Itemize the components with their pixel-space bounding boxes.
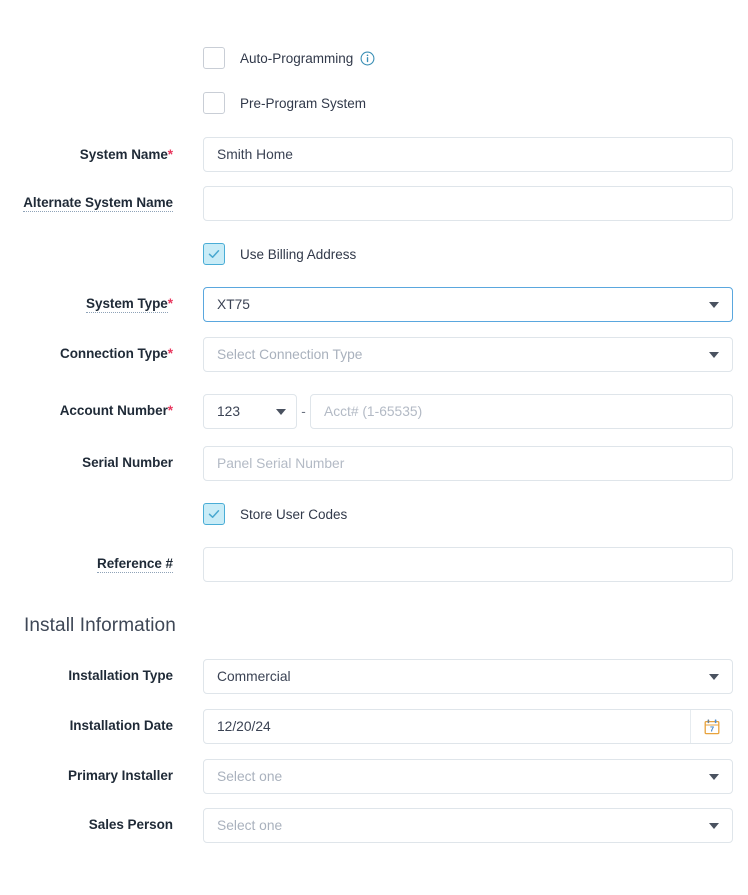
label-serial-number-text: Serial Number bbox=[82, 455, 173, 470]
use-billing-address-checkbox[interactable] bbox=[203, 243, 225, 265]
chevron-down-icon bbox=[709, 352, 719, 358]
chevron-down-icon bbox=[276, 409, 286, 415]
serial-number-input[interactable]: Panel Serial Number bbox=[203, 446, 733, 481]
account-number-input[interactable]: Acct# (1-65535) bbox=[310, 394, 733, 429]
row-installation-type: Installation Type Commercial bbox=[0, 659, 748, 694]
row-installation-date: Installation Date 12/20/24 7 bbox=[0, 709, 748, 744]
installation-type-value: Commercial bbox=[217, 669, 291, 684]
label-installation-date-text: Installation Date bbox=[70, 718, 173, 733]
row-primary-installer: Primary Installer Select one bbox=[0, 759, 748, 794]
system-type-value: XT75 bbox=[217, 297, 250, 312]
chevron-down-icon bbox=[709, 823, 719, 829]
checkbox-row-pre-program-system[interactable]: Pre-Program System bbox=[203, 91, 748, 115]
label-primary-installer: Primary Installer bbox=[0, 759, 173, 783]
account-number-group: 123 - Acct# (1-65535) bbox=[203, 394, 748, 429]
system-name-input[interactable]: Smith Home bbox=[203, 137, 733, 172]
row-store-user-codes: Store User Codes bbox=[0, 502, 748, 526]
label-alternate-system-name-text: Alternate System Name bbox=[23, 195, 173, 212]
pre-program-system-checkbox[interactable] bbox=[203, 92, 225, 114]
system-information-form: Auto-Programming Pre- bbox=[0, 46, 748, 895]
chevron-down-icon bbox=[709, 302, 719, 308]
primary-installer-value: Select one bbox=[217, 769, 282, 784]
label-account-number: Account Number* bbox=[0, 394, 173, 418]
connection-type-value: Select Connection Type bbox=[217, 347, 362, 362]
sales-person-select[interactable]: Select one bbox=[203, 808, 733, 843]
label-installation-date: Installation Date bbox=[0, 709, 173, 733]
auto-programming-checkbox[interactable] bbox=[203, 47, 225, 69]
label-sales-person: Sales Person bbox=[0, 808, 173, 832]
row-serial-number: Serial Number Panel Serial Number bbox=[0, 446, 748, 481]
system-type-select[interactable]: XT75 bbox=[203, 287, 733, 322]
primary-installer-select[interactable]: Select one bbox=[203, 759, 733, 794]
label-account-number-text: Account Number bbox=[60, 403, 168, 418]
pre-program-system-label: Pre-Program System bbox=[240, 96, 366, 111]
label-installation-type: Installation Type bbox=[0, 659, 173, 683]
checkbox-row-auto-programming[interactable]: Auto-Programming bbox=[203, 46, 748, 70]
row-use-billing-address: Use Billing Address bbox=[0, 242, 748, 266]
connection-type-select[interactable]: Select Connection Type bbox=[203, 337, 733, 372]
label-system-name: System Name* bbox=[0, 137, 173, 162]
checkbox-row-store-user-codes[interactable]: Store User Codes bbox=[203, 502, 748, 526]
chevron-down-icon bbox=[709, 674, 719, 680]
calendar-day-text: 7 bbox=[709, 724, 713, 733]
row-connection-type: Connection Type* Select Connection Type bbox=[0, 337, 748, 372]
label-system-name-text: System Name bbox=[80, 147, 168, 162]
row-install-information-heading: Install Information bbox=[0, 615, 748, 637]
reference-number-input[interactable] bbox=[203, 547, 733, 582]
label-connection-type: Connection Type* bbox=[0, 337, 173, 361]
alternate-system-name-input[interactable] bbox=[203, 186, 733, 221]
installation-date-value[interactable]: 12/20/24 bbox=[204, 710, 690, 743]
store-user-codes-checkbox[interactable] bbox=[203, 503, 225, 525]
row-pre-program-system: Pre-Program System bbox=[0, 91, 748, 115]
calendar-icon[interactable]: 7 bbox=[690, 710, 732, 743]
account-prefix-value: 123 bbox=[217, 404, 240, 419]
row-account-number: Account Number* 123 - Acct# (1-65535) bbox=[0, 394, 748, 429]
label-sales-person-text: Sales Person bbox=[89, 817, 173, 832]
label-alternate-system-name: Alternate System Name bbox=[0, 186, 173, 212]
label-system-type: System Type* bbox=[0, 287, 173, 313]
installation-date-field[interactable]: 12/20/24 7 bbox=[203, 709, 733, 744]
sales-person-value: Select one bbox=[217, 818, 282, 833]
store-user-codes-label: Store User Codes bbox=[240, 507, 347, 522]
install-information-heading: Install Information bbox=[0, 615, 176, 637]
checkbox-row-use-billing-address[interactable]: Use Billing Address bbox=[203, 242, 748, 266]
row-system-name: System Name* Smith Home bbox=[0, 137, 748, 172]
auto-programming-label: Auto-Programming bbox=[240, 51, 353, 66]
label-primary-installer-text: Primary Installer bbox=[68, 768, 173, 783]
label-connection-type-text: Connection Type bbox=[60, 346, 168, 361]
installation-type-select[interactable]: Commercial bbox=[203, 659, 733, 694]
row-alternate-system-name: Alternate System Name bbox=[0, 186, 748, 221]
account-number-separator: - bbox=[297, 404, 310, 419]
row-sales-person: Sales Person Select one bbox=[0, 808, 748, 843]
row-reference-number: Reference # bbox=[0, 547, 748, 582]
label-reference-number: Reference # bbox=[0, 547, 173, 573]
info-circle-icon[interactable] bbox=[360, 51, 375, 66]
label-reference-number-text: Reference # bbox=[97, 556, 173, 573]
label-installation-type-text: Installation Type bbox=[68, 668, 173, 683]
account-prefix-select[interactable]: 123 bbox=[203, 394, 297, 429]
chevron-down-icon bbox=[709, 774, 719, 780]
label-serial-number: Serial Number bbox=[0, 446, 173, 470]
use-billing-address-label: Use Billing Address bbox=[240, 247, 356, 262]
row-system-type: System Type* XT75 bbox=[0, 287, 748, 322]
label-system-type-text: System Type bbox=[86, 296, 168, 313]
row-auto-programming: Auto-Programming bbox=[0, 46, 748, 70]
